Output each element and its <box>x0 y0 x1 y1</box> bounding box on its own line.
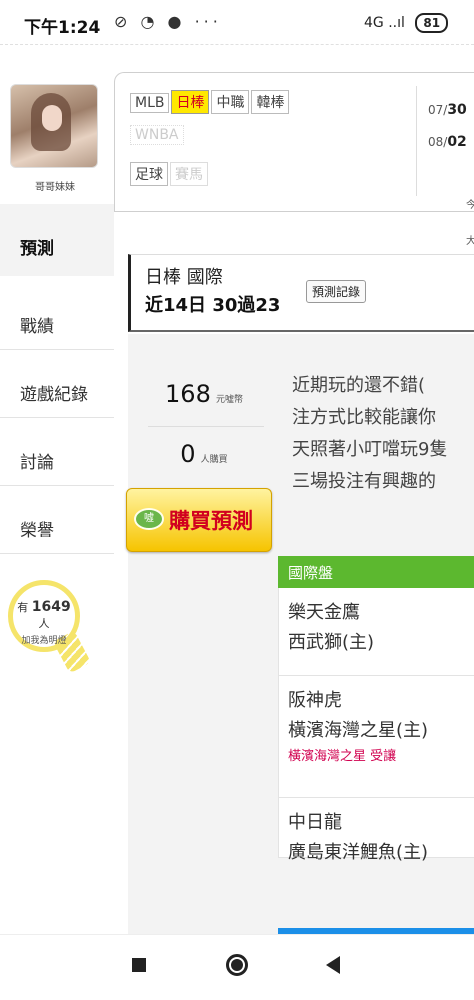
games-table-header: 國際盤 <box>278 556 474 588</box>
sidebar-item-label: 榮譽 <box>20 521 54 541</box>
description-line: 近期玩的還不錯( <box>292 375 426 396</box>
username: 哥哥妹妹 <box>35 182 75 193</box>
sidebar-item-discuss[interactable]: 討論 <box>0 418 114 486</box>
status-right: 4G ..ıl 81 <box>364 13 449 33</box>
tab-npb[interactable]: 日棒 <box>171 90 210 114</box>
stat-divider <box>148 426 264 427</box>
table-row[interactable]: 阪神虎 橫濱海灣之星(主) 橫濱海灣之星 受讓 <box>278 676 474 798</box>
table-row[interactable]: 樂天金鷹 西武獅(主) <box>278 588 474 676</box>
tab-cpbl[interactable]: 中職 <box>211 90 250 114</box>
tab-horse-racing[interactable]: 賽馬 <box>170 162 208 186</box>
description-line: 天照著小叮噹玩9隻 <box>292 439 448 460</box>
league-tabs-row3: 足球 賽馬 <box>130 162 210 186</box>
buyers-unit: 人購買 <box>200 455 228 465</box>
description-line: 注方式比較能讓你 <box>292 407 436 428</box>
recents-icon[interactable] <box>132 958 146 972</box>
coin-icon: 噓 <box>134 508 164 530</box>
handicap-note: 橫濱海灣之星 受讓 <box>288 749 397 764</box>
app-root: 下午1:24 ⊘ ◔ ● ··· 4G ..ıl 81 哥哥妹妹 預測 戰績 遊… <box>0 0 474 1000</box>
prediction-record-button[interactable]: 預測記錄 <box>306 280 367 303</box>
signal-icon: 4G ..ıl <box>364 15 405 31</box>
status-icons: ⊘ ◔ ● ··· <box>114 12 222 31</box>
card-divider <box>416 86 417 196</box>
sidebar-item-label: 討論 <box>20 453 54 473</box>
league-tabs-row2: WNBA <box>130 124 186 145</box>
right-clipped-text: 大 <box>466 236 474 247</box>
buyers-value: 0 <box>180 440 196 468</box>
team-away: 中日龍 <box>288 812 342 833</box>
back-icon[interactable] <box>326 956 340 974</box>
team-away: 阪神虎 <box>288 690 342 711</box>
sidebar-item-label: 戰績 <box>20 317 54 337</box>
likes-suffix: 人 <box>38 617 50 630</box>
league-tabs-row1: MLB 日棒 中職 韓棒 <box>130 90 291 114</box>
date-list: 07/30 08/02 <box>428 94 467 158</box>
price-unit: 元噓幣 <box>215 395 243 405</box>
prediction-description: 近期玩的還不錯( 注方式比較能讓你 天照著小叮噹玩9隻 三場投注有興趣的 <box>292 370 474 498</box>
sidebar-item-label: 預測 <box>20 239 54 259</box>
sidebar-item-game-log[interactable]: 遊戲紀錄 <box>0 350 114 418</box>
sidebar-item-predict[interactable]: 預測 <box>0 204 114 276</box>
header-divider <box>0 44 474 54</box>
sidebar-item-label: 遊戲紀錄 <box>20 385 88 405</box>
battery-icon: 81 <box>415 13 449 33</box>
sidebar-item-honor[interactable]: 榮譽 <box>0 486 114 554</box>
price-value: 168 <box>165 380 211 408</box>
table-row[interactable]: 中日龍 廣島東洋鯉魚(主) <box>278 798 474 888</box>
likes-action: 加我為明燈 <box>21 636 67 646</box>
price-stat: 168 元噓幣 <box>136 380 272 408</box>
prediction-heading: 日棒 國際 近14日 30過23 <box>128 254 474 332</box>
team-home: 橫濱海灣之星(主) <box>288 720 429 741</box>
tab-soccer[interactable]: 足球 <box>130 162 168 186</box>
right-clipped-text: 今 <box>466 200 474 211</box>
likes-count: 1649 <box>31 599 71 615</box>
sidebar-item-record[interactable]: 戰績 <box>0 282 114 350</box>
lightbulb-follow-button[interactable]: 有 1649 人 加我為明燈 <box>8 580 80 652</box>
tab-wnba[interactable]: WNBA <box>130 125 184 145</box>
tab-mlb[interactable]: MLB <box>130 93 170 113</box>
description-line: 三場投注有興趣的 <box>292 471 436 492</box>
home-icon[interactable] <box>226 954 248 976</box>
team-away: 樂天金鷹 <box>288 602 360 623</box>
buyers-stat: 0 人購買 <box>136 440 272 468</box>
status-time: 下午1:24 <box>24 18 101 38</box>
tab-kbo[interactable]: 韓棒 <box>251 90 290 114</box>
date-item[interactable]: 07/30 <box>428 94 467 126</box>
team-home: 廣島東洋鯉魚(主) <box>288 842 429 863</box>
team-home: 西武獅(主) <box>288 632 375 653</box>
date-item[interactable]: 08/02 <box>428 126 467 158</box>
avatar[interactable] <box>10 84 98 168</box>
likes-prefix: 有 <box>17 601 29 614</box>
